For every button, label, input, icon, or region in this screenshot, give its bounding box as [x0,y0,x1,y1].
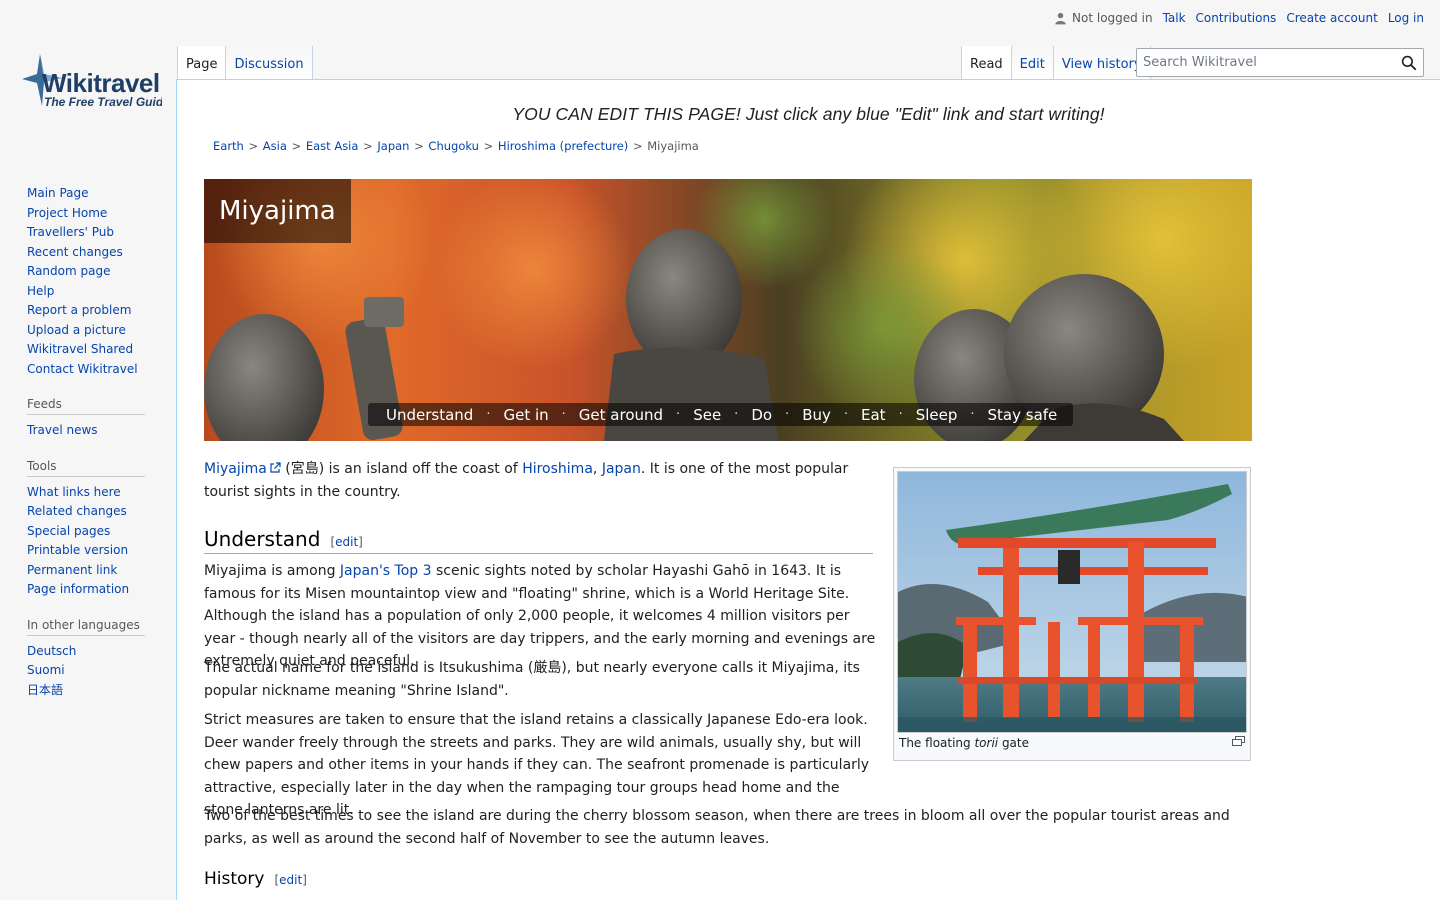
search-button[interactable] [1395,49,1423,77]
sidebar-item-upload-picture[interactable]: Upload a picture [27,323,126,337]
tab-edit[interactable]: Edit [1011,46,1054,80]
japan-link[interactable]: Japan [602,461,641,477]
contributions-link[interactable]: Contributions [1196,11,1277,25]
breadcrumb-hiroshima-prefecture[interactable]: Hiroshima (prefecture) [498,139,628,153]
search-input[interactable] [1137,49,1395,76]
sidebar-item-travel-news[interactable]: Travel news [27,423,98,437]
sidebar-item-related-changes[interactable]: Related changes [27,504,127,518]
sidebar-item-travellers-pub[interactable]: Travellers' Pub [27,225,114,239]
breadcrumb-chugoku[interactable]: Chugoku [428,139,479,153]
log-in-link[interactable]: Log in [1388,11,1424,25]
tab-page[interactable]: Page [177,46,227,80]
banner-nav-stay-safe[interactable]: Stay safe [982,406,1064,424]
search-box [1136,48,1424,77]
sidebar-item-what-links-here[interactable]: What links here [27,485,121,499]
breadcrumb: Earth > Asia > East Asia > Japan > Chugo… [213,139,699,153]
understand-paragraph-1: Miyajima is among Japan's Top 3 scenic s… [204,563,876,669]
enlarge-icon[interactable] [1232,736,1245,746]
content-area: YOU CAN EDIT THIS PAGE! Just click any b… [176,79,1440,900]
create-account-link[interactable]: Create account [1286,11,1378,25]
sidebar-item-main-page[interactable]: Main Page [27,186,89,200]
sidebar: Main Page Project Home Travellers' Pub R… [0,184,176,718]
banner-nav-get-around[interactable]: Get around [573,406,669,424]
site-notice: YOU CAN EDIT THIS PAGE! Just click any b… [512,104,1105,124]
logo-star-icon: Wikitravel The Free Travel Guide [22,54,170,109]
hiroshima-link[interactable]: Hiroshima [522,461,593,477]
sidebar-item-page-information[interactable]: Page information [27,582,129,596]
tools-heading: Tools [27,459,145,477]
search-icon [1401,55,1417,70]
view-tabs: Read Edit View history [961,46,1151,80]
not-logged-in: Not logged in [1054,11,1153,25]
language-suomi[interactable]: Suomi [27,663,65,677]
site-logo[interactable]: Wikitravel The Free Travel Guide [22,52,170,114]
thumbnail-caption: The floating torii gate [897,733,1247,750]
intro-paragraph: Miyajima (宮島) is an island off the coast… [204,461,849,500]
breadcrumb-current: Miyajima [647,139,699,153]
sidebar-item-project-home[interactable]: Project Home [27,206,107,220]
sidebar-languages: In other languages Deutsch Suomi 日本語 [27,618,147,701]
sidebar-item-printable-version[interactable]: Printable version [27,543,128,557]
breadcrumb-japan[interactable]: Japan [377,139,409,153]
sidebar-item-report-problem[interactable]: Report a problem [27,303,131,317]
breadcrumb-asia[interactable]: Asia [263,139,287,153]
history-edit-link[interactable]: edit [279,873,302,887]
language-japanese[interactable]: 日本語 [27,683,63,697]
sidebar-item-help[interactable]: Help [27,284,54,298]
tab-read[interactable]: Read [961,46,1012,80]
banner-nav-understand[interactable]: Understand [380,406,479,424]
namespace-tabs: Page Discussion [177,46,313,80]
user-icon [1055,12,1066,24]
logo-wordmark: Wikitravel [42,68,160,98]
thumbnail-torii: The floating torii gate [893,467,1251,761]
banner-nav-eat[interactable]: Eat [855,406,892,424]
banner-nav-see[interactable]: See [687,406,727,424]
history-heading: History [edit] [204,869,307,889]
breadcrumb-earth[interactable]: Earth [213,139,244,153]
sidebar-item-wikitravel-shared[interactable]: Wikitravel Shared [27,342,133,356]
banner-title: Miyajima [204,179,351,243]
banner-nav-sleep[interactable]: Sleep [910,406,964,424]
miyajima-external-link[interactable]: Miyajima [204,461,267,477]
understand-paragraph-2: The actual name for the island is Itsuku… [204,660,860,699]
page-banner: Miyajima Understand · Get in · Get aroun… [204,179,1252,441]
sidebar-item-contact[interactable]: Contact Wikitravel [27,362,138,376]
japans-top-3-link[interactable]: Japan's Top 3 [340,563,432,579]
talk-link[interactable]: Talk [1163,11,1186,25]
sidebar-item-recent-changes[interactable]: Recent changes [27,245,123,259]
understand-heading: Understand [edit] [204,527,363,551]
external-link-icon [270,462,281,473]
logo-tagline: The Free Travel Guide [44,95,162,109]
sidebar-tools: Tools What links here Related changes Sp… [27,459,147,600]
understand-paragraph-4: Two of the best times to see the island … [204,808,1230,847]
sidebar-item-permanent-link[interactable]: Permanent link [27,563,117,577]
torii-image[interactable] [897,471,1247,733]
sidebar-item-special-pages[interactable]: Special pages [27,524,110,538]
language-deutsch[interactable]: Deutsch [27,644,76,658]
banner-nav-buy[interactable]: Buy [796,406,837,424]
tab-discussion[interactable]: Discussion [226,46,313,80]
sidebar-item-random-page[interactable]: Random page [27,264,110,278]
sidebar-navigation: Main Page Project Home Travellers' Pub R… [27,184,147,379]
languages-heading: In other languages [27,618,145,636]
banner-nav-get-in[interactable]: Get in [497,406,554,424]
understand-heading-rule [204,553,873,554]
banner-section-nav: Understand · Get in · Get around · See ·… [368,403,1074,426]
banner-image [204,179,1252,441]
sidebar-feeds: Feeds Travel news [27,397,147,441]
breadcrumb-east-asia[interactable]: East Asia [306,139,359,153]
feeds-heading: Feeds [27,397,145,415]
banner-nav-do[interactable]: Do [745,406,778,424]
understand-edit-link[interactable]: edit [335,535,358,549]
torii-picture [898,472,1246,732]
personal-tools: Not logged in Talk Contributions Create … [1054,11,1424,25]
